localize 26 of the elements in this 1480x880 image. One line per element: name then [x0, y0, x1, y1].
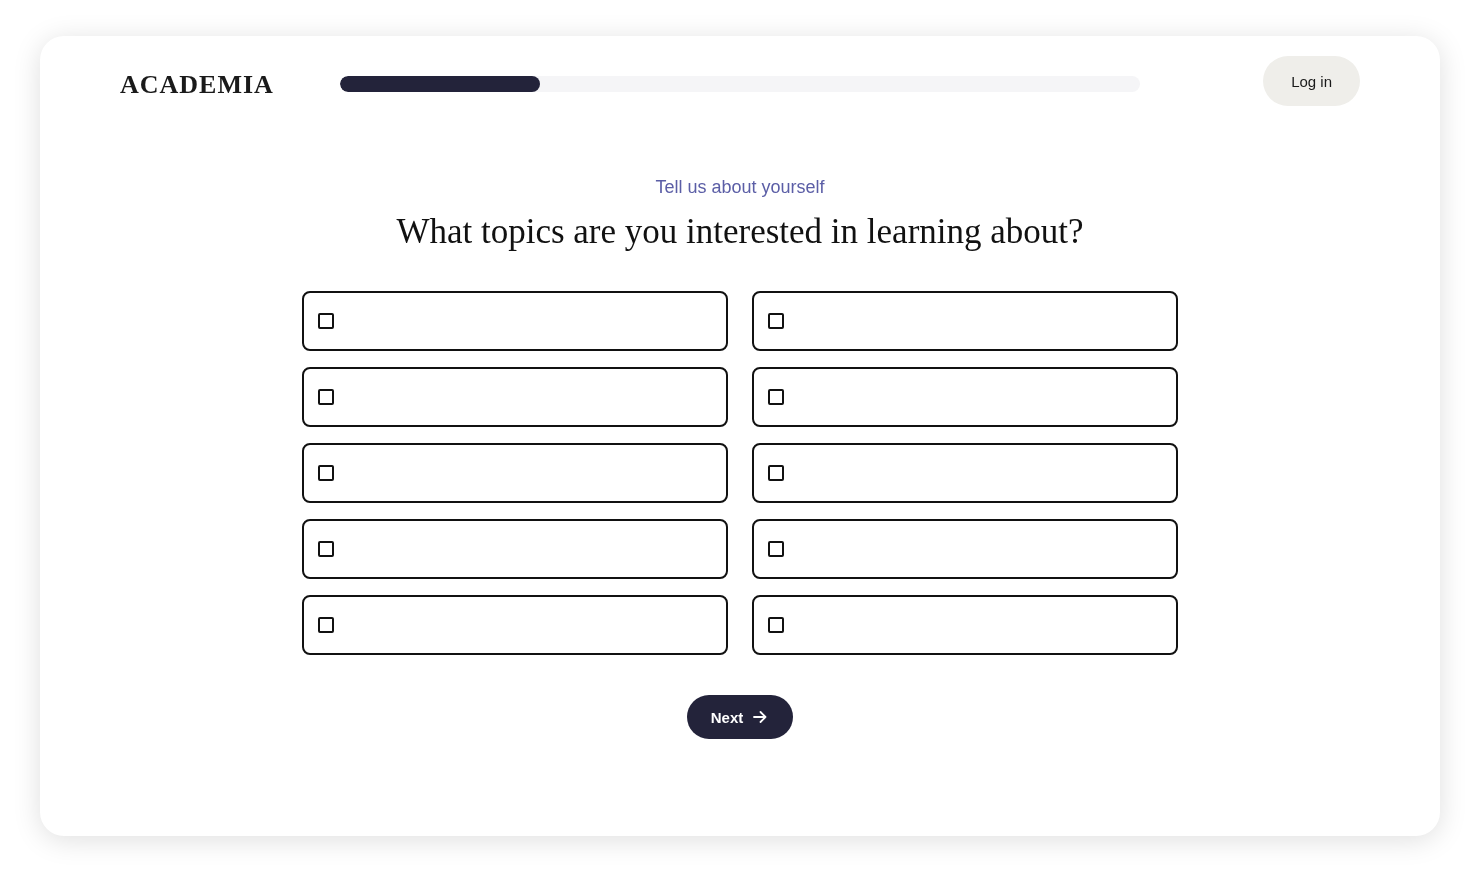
login-button[interactable]: Log in	[1263, 56, 1360, 106]
checkbox[interactable]	[768, 389, 784, 405]
option-card[interactable]	[752, 367, 1178, 427]
option-card[interactable]	[302, 595, 728, 655]
next-button[interactable]: Next	[686, 695, 794, 739]
checkbox[interactable]	[318, 541, 334, 557]
option-card[interactable]	[752, 595, 1178, 655]
logo: ACADEMIA	[120, 70, 274, 100]
option-card[interactable]	[302, 367, 728, 427]
arrow-right-icon	[753, 710, 768, 724]
checkbox[interactable]	[318, 465, 334, 481]
checkbox[interactable]	[768, 465, 784, 481]
option-card[interactable]	[302, 443, 728, 503]
option-card[interactable]	[302, 291, 728, 351]
checkbox[interactable]	[768, 617, 784, 633]
checkbox[interactable]	[768, 313, 784, 329]
option-card[interactable]	[752, 443, 1178, 503]
checkbox[interactable]	[318, 389, 334, 405]
checkbox[interactable]	[768, 541, 784, 557]
option-card[interactable]	[752, 291, 1178, 351]
option-card[interactable]	[752, 519, 1178, 579]
checkbox[interactable]	[318, 313, 334, 329]
question-heading: What topics are you interested in learning about?	[396, 211, 1084, 253]
checkbox[interactable]	[318, 617, 334, 633]
subtitle: Tell us about yourself	[655, 176, 825, 198]
option-card[interactable]	[302, 519, 728, 579]
